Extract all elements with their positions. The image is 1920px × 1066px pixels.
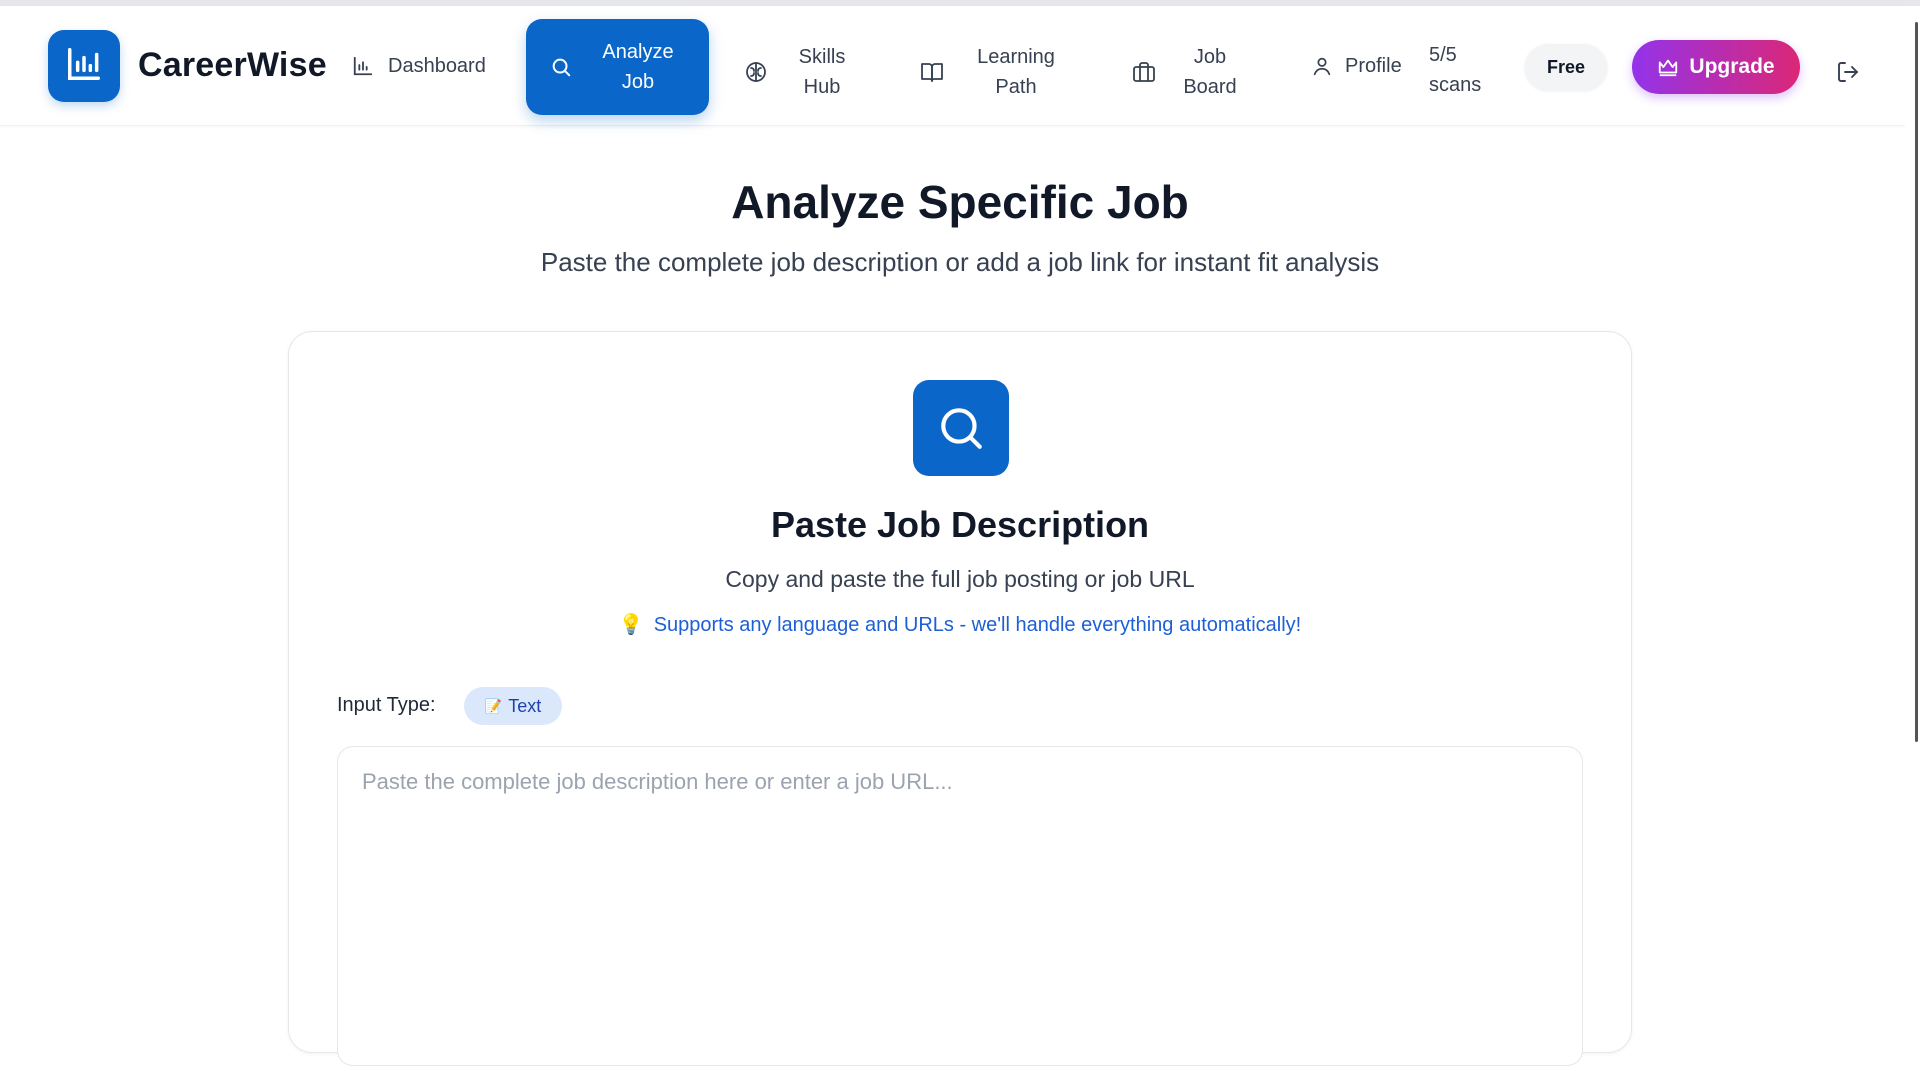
- nav-job-board-label: Job Board: [1183, 46, 1237, 98]
- search-icon: [550, 56, 572, 83]
- memo-icon: 📝: [484, 697, 503, 714]
- nav-skills-hub-label: Skills Hub: [798, 46, 846, 98]
- input-type-value: Text: [508, 695, 542, 716]
- crown-icon: [1657, 56, 1679, 78]
- lightbulb-icon: 💡: [618, 614, 644, 636]
- nav-profile[interactable]: Profile: [1311, 44, 1402, 88]
- scrollbar-thumb[interactable]: [1915, 22, 1918, 742]
- card-tip: 💡 Supports any language and URLs - we'll …: [289, 612, 1631, 637]
- card-tip-text: Supports any language and URLs - we'll h…: [653, 614, 1302, 636]
- log-out-icon: [1836, 62, 1860, 88]
- scan-counter: 5/5 scans: [1429, 40, 1493, 100]
- upgrade-button[interactable]: Upgrade: [1632, 40, 1800, 94]
- nav-analyze-job-label: Analyze Job: [602, 41, 674, 93]
- card-subtitle: Copy and paste the full job posting or j…: [725, 566, 1195, 592]
- brain-icon: [744, 60, 768, 84]
- logout-button[interactable]: [1836, 60, 1860, 89]
- top-navbar: CareerWise Dashboard Analyze Job Skills …: [0, 6, 1905, 126]
- search-icon: [936, 403, 986, 453]
- upgrade-label: Upgrade: [1689, 55, 1775, 78]
- plan-badge: Free: [1525, 44, 1607, 90]
- card-title: Paste Job Description: [770, 504, 1150, 545]
- brand-name: CareerWise: [138, 46, 327, 84]
- scan-counter-text: 5/5 scans: [1429, 44, 1482, 96]
- nav-profile-label: Profile: [1345, 55, 1402, 77]
- bar-chart-icon: [65, 45, 103, 88]
- user-icon: [1311, 55, 1333, 77]
- nav-analyze-job[interactable]: Analyze Job: [526, 19, 709, 115]
- input-type-label: Input Type:: [337, 694, 436, 716]
- page-subtitle: Paste the complete job description or ad…: [540, 247, 1380, 277]
- nav-dashboard-label: Dashboard: [388, 55, 486, 77]
- nav-dashboard[interactable]: Dashboard: [352, 44, 486, 88]
- briefcase-icon: [1132, 60, 1156, 84]
- nav-learning-path-label: Learning Path: [977, 46, 1055, 98]
- job-description-input[interactable]: [337, 746, 1583, 1066]
- card-search-badge: [913, 380, 1009, 476]
- page-title: Analyze Specific Job: [731, 176, 1189, 228]
- bar-chart-icon: [352, 55, 374, 77]
- app-logo[interactable]: [48, 30, 120, 102]
- input-type-pill[interactable]: 📝 Text: [464, 687, 562, 725]
- book-open-icon: [920, 60, 944, 84]
- job-input-card: Paste Job Description Copy and paste the…: [288, 331, 1632, 1066]
